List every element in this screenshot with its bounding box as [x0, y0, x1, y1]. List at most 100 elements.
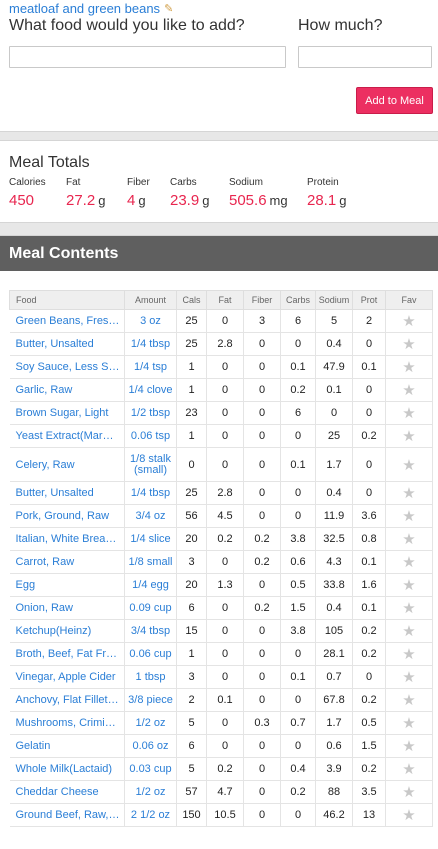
cell-food[interactable]: Ground Beef, Raw,… [9, 803, 125, 827]
cell-food[interactable]: Whole Milk(Lactaid) [9, 757, 125, 781]
star-icon[interactable]: ★ [402, 761, 415, 778]
star-icon[interactable]: ★ [402, 646, 415, 663]
cell-food[interactable]: Carrot, Raw [9, 550, 125, 574]
star-icon[interactable]: ★ [402, 405, 415, 422]
table-header-row: Food Amount Cals Fat Fiber Carbs Sodium … [9, 290, 433, 310]
cell-amount[interactable]: 1/8 stalk (small) [124, 447, 177, 482]
cell-food[interactable]: Ketchup(Heinz) [9, 619, 125, 643]
star-icon[interactable]: ★ [402, 313, 415, 330]
cell-prot: 0 [352, 401, 386, 425]
cell-fav: ★ [385, 447, 433, 482]
cell-food[interactable]: Vinegar, Apple Cider [9, 665, 125, 689]
amount-input[interactable] [298, 46, 432, 68]
cell-amount[interactable]: 1/4 clove [124, 378, 177, 402]
cell-amount[interactable]: 3/4 tbsp [124, 619, 177, 643]
cell-amount[interactable]: 0.06 oz [124, 734, 177, 758]
col-header-fav[interactable]: Fav [385, 290, 433, 310]
star-icon[interactable]: ★ [402, 738, 415, 755]
star-icon[interactable]: ★ [402, 784, 415, 801]
cell-food[interactable]: Egg [9, 573, 125, 597]
cell-amount[interactable]: 1/2 oz [124, 780, 177, 804]
cell-amount[interactable]: 1/2 oz [124, 711, 177, 735]
cell-food[interactable]: Anchovy, Flat Fillet… [9, 688, 125, 712]
cell-amount[interactable]: 0.03 cup [124, 757, 177, 781]
cell-amount[interactable]: 3/8 piece [124, 688, 177, 712]
star-icon[interactable]: ★ [402, 692, 415, 709]
cell-amount[interactable]: 1/4 egg [124, 573, 177, 597]
cell-amount[interactable]: 1 tbsp [124, 665, 177, 689]
cell-food[interactable]: Broth, Beef, Fat Fr… [9, 642, 125, 666]
cell-food[interactable]: Yeast Extract(Mar… [9, 424, 125, 448]
table-row: Onion, Raw 0.09 cup 6 0 0.2 1.5 0.4 0.1 ★ [9, 596, 433, 620]
cell-amount[interactable]: 1/8 small [124, 550, 177, 574]
cell-amount[interactable]: 0.06 tsp [124, 424, 177, 448]
cell-fiber: 0 [243, 401, 281, 425]
cell-amount[interactable]: 1/4 tsp [124, 355, 177, 379]
cell-food[interactable]: Cheddar Cheese [9, 780, 125, 804]
cell-food[interactable]: Garlic, Raw [9, 378, 125, 402]
col-header-amount[interactable]: Amount [124, 290, 177, 310]
cell-food[interactable]: Green Beans, Fres… [9, 309, 125, 333]
star-icon[interactable]: ★ [402, 807, 415, 824]
add-to-meal-button[interactable]: Add to Meal [356, 87, 433, 114]
table-row: Brown Sugar, Light 1/2 tbsp 23 0 0 6 0 0 ★ [9, 401, 433, 425]
cell-food[interactable]: Gelatin [9, 734, 125, 758]
cell-amount[interactable]: 1/4 tbsp [124, 481, 177, 505]
cell-amount[interactable]: 3/4 oz [124, 504, 177, 528]
star-icon[interactable]: ★ [402, 531, 415, 548]
cell-amount[interactable]: 0.09 cup [124, 596, 177, 620]
star-icon[interactable]: ★ [402, 508, 415, 525]
cell-prot: 0.2 [352, 688, 386, 712]
cell-fiber: 0 [243, 803, 281, 827]
cell-sodium: 32.5 [315, 527, 353, 551]
cell-food[interactable]: Soy Sauce, Less S… [9, 355, 125, 379]
cell-amount[interactable]: 1/4 tbsp [124, 332, 177, 356]
cell-food[interactable]: Mushrooms, Crimi… [9, 711, 125, 735]
pencil-icon[interactable]: ✎ [164, 2, 173, 15]
cell-amount[interactable]: 2 1/2 oz [124, 803, 177, 827]
cell-fav: ★ [385, 573, 433, 597]
col-header-fat[interactable]: Fat [206, 290, 244, 310]
star-icon[interactable]: ★ [402, 485, 415, 502]
star-icon[interactable]: ★ [402, 600, 415, 617]
cell-food[interactable]: Onion, Raw [9, 596, 125, 620]
col-header-carbs[interactable]: Carbs [280, 290, 316, 310]
cell-food[interactable]: Brown Sugar, Light [9, 401, 125, 425]
total-protein-value: 28.1 [307, 192, 337, 209]
star-icon[interactable]: ★ [402, 428, 415, 445]
star-icon[interactable]: ★ [402, 577, 415, 594]
food-search-input[interactable] [9, 46, 286, 68]
table-row: Italian, White Brea… 1/4 slice 20 0.2 0.2 3.8… [9, 527, 433, 551]
cell-amount[interactable]: 1/2 tbsp [124, 401, 177, 425]
cell-carbs: 0.1 [280, 447, 316, 482]
star-icon[interactable]: ★ [402, 336, 415, 353]
cell-fav: ★ [385, 401, 433, 425]
cell-amount[interactable]: 0.06 cup [124, 642, 177, 666]
star-icon[interactable]: ★ [402, 382, 415, 399]
col-header-prot[interactable]: Prot [352, 290, 386, 310]
col-header-food[interactable]: Food [9, 290, 125, 310]
cell-food[interactable]: Butter, Unsalted [9, 332, 125, 356]
star-icon[interactable]: ★ [402, 669, 415, 686]
star-icon[interactable]: ★ [402, 623, 415, 640]
cell-carbs: 0 [280, 481, 316, 505]
col-header-sodium[interactable]: Sodium [315, 290, 353, 310]
meal-name[interactable]: meatloaf and green beans [9, 1, 160, 16]
col-header-fiber[interactable]: Fiber [243, 290, 281, 310]
star-icon[interactable]: ★ [402, 359, 415, 376]
cell-prot: 1.5 [352, 734, 386, 758]
cell-food[interactable]: Italian, White Brea… [9, 527, 125, 551]
cell-amount[interactable]: 3 oz [124, 309, 177, 333]
cell-amount[interactable]: 1/4 slice [124, 527, 177, 551]
cell-cals: 6 [176, 734, 207, 758]
cell-cals: 2 [176, 688, 207, 712]
star-icon[interactable]: ★ [402, 715, 415, 732]
table-row: Soy Sauce, Less S… 1/4 tsp 1 0 0 0.1 47.9 0.1 ★ [9, 355, 433, 379]
cell-carbs: 0 [280, 332, 316, 356]
cell-food[interactable]: Pork, Ground, Raw [9, 504, 125, 528]
cell-food[interactable]: Celery, Raw [9, 447, 125, 482]
col-header-cals[interactable]: Cals [176, 290, 207, 310]
star-icon[interactable]: ★ [402, 457, 415, 474]
star-icon[interactable]: ★ [402, 554, 415, 571]
cell-food[interactable]: Butter, Unsalted [9, 481, 125, 505]
